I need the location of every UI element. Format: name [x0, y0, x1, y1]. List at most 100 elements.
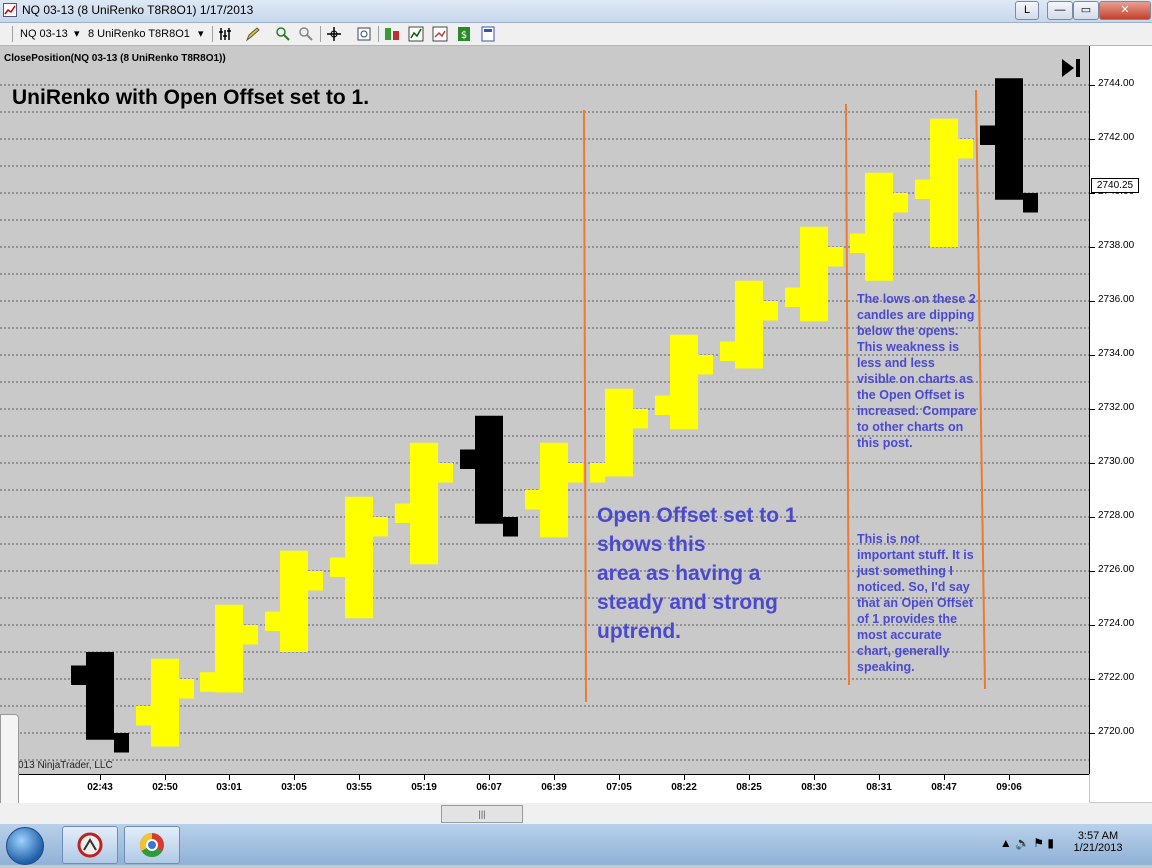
candle-wick — [735, 280, 763, 369]
time-tick-label: 05:19 — [411, 782, 437, 793]
start-button[interactable] — [6, 827, 44, 865]
price-tick-label: 2722.00 — [1098, 672, 1135, 683]
time-tick-label: 06:39 — [541, 782, 567, 793]
price-axis[interactable]: 2744.002742.002740.002738.002736.002734.… — [1089, 46, 1152, 774]
restore-button[interactable]: ▭ — [1073, 1, 1099, 20]
strategies-icon[interactable] — [408, 26, 424, 42]
price-tick-label: 2744.00 — [1098, 78, 1135, 89]
price-tick-label: 2738.00 — [1098, 240, 1135, 251]
data-box-icon[interactable] — [356, 26, 372, 42]
time-tick-mark — [229, 775, 230, 780]
accuracy-note: This is not important stuff. It is just … — [857, 532, 974, 674]
time-tick-label: 02:50 — [152, 782, 178, 793]
price-tick-mark — [1090, 193, 1095, 194]
price-tick-mark — [1090, 409, 1095, 410]
candle-open-tick — [330, 557, 345, 577]
taskbar-chrome[interactable] — [124, 826, 180, 864]
close-button[interactable]: ✕ — [1099, 1, 1151, 20]
time-tick-label: 03:55 — [346, 782, 372, 793]
candle-open-tick — [200, 672, 215, 692]
price-tick-mark — [1090, 355, 1095, 356]
annotation-divider-line — [975, 89, 986, 690]
money-icon[interactable]: $ — [456, 26, 472, 42]
pencil-drawing-icon[interactable] — [245, 26, 261, 42]
indicators-icon[interactable] — [384, 26, 400, 42]
zoom-out-icon[interactable] — [298, 26, 314, 42]
clock-time: 3:57 AM — [1077, 830, 1119, 842]
scroll-to-end-icon[interactable] — [1059, 57, 1083, 79]
candle-close-tick — [633, 409, 648, 429]
svg-text:$: $ — [461, 30, 467, 41]
time-tick-mark — [879, 775, 880, 780]
time-tick-label: 06:07 — [476, 782, 502, 793]
time-tick-label: 08:22 — [671, 782, 697, 793]
instrument-selector[interactable]: NQ 03-13 — [20, 26, 68, 42]
candle-wick — [280, 550, 308, 652]
price-tick-label: 2736.00 — [1098, 294, 1135, 305]
price-tick-label: 2732.00 — [1098, 402, 1135, 413]
zoom-in-icon[interactable] — [275, 26, 291, 42]
annotation-divider-line — [583, 109, 587, 703]
chrome-icon — [139, 833, 164, 858]
window-title-bar: NQ 03-13 (8 UniRenko T8R8O1) 1/17/2013 L… — [0, 0, 1152, 23]
candle-close-tick — [958, 139, 973, 159]
candle-close-tick — [308, 571, 323, 591]
candle-open-tick — [785, 287, 800, 307]
chart-app-icon — [3, 3, 17, 17]
price-tick-label: 2724.00 — [1098, 618, 1135, 629]
candle-close-tick — [1023, 193, 1038, 213]
price-tick-mark — [1090, 85, 1095, 86]
annotation-line: shows this — [597, 533, 706, 556]
time-tick-mark — [165, 775, 166, 780]
time-tick-label: 03:05 — [281, 782, 307, 793]
window-title: NQ 03-13 (8 UniRenko T8R8O1) 1/17/2013 — [22, 3, 254, 17]
candle-close-tick — [373, 517, 388, 537]
scrollbar-thumb[interactable]: ||| — [441, 805, 523, 823]
price-tick-mark — [1090, 625, 1095, 626]
uptrend-annotation: Open Offset set to 1 shows this area as … — [597, 501, 857, 646]
price-tick-mark — [1090, 301, 1095, 302]
period-dropdown-icon[interactable]: ▾ — [198, 26, 204, 42]
candle-close-tick — [114, 733, 129, 753]
candle-wick — [86, 652, 114, 740]
horizontal-scrollbar[interactable]: ||| — [0, 803, 1152, 823]
lows-note: The lows on these 2 candles are dipping … — [857, 292, 977, 450]
language-indicator[interactable]: L — [1015, 1, 1039, 20]
system-tray-icons[interactable]: ▲ 🔈 ⚑ ▮ — [1000, 836, 1054, 850]
candle-open-tick — [590, 463, 605, 483]
candle-open-tick — [720, 341, 735, 361]
time-tick-mark — [684, 775, 685, 780]
time-tick-mark — [554, 775, 555, 780]
candle-open-tick — [136, 706, 151, 726]
price-tick-mark — [1090, 517, 1095, 518]
crosshair-icon[interactable] — [326, 26, 342, 42]
instrument-dropdown-icon[interactable]: ▾ — [74, 26, 80, 42]
candle-wick — [540, 442, 568, 538]
time-tick-mark — [359, 775, 360, 780]
price-tick-label: 2728.00 — [1098, 510, 1135, 521]
candle-open-tick — [980, 125, 995, 145]
time-tick-mark — [294, 775, 295, 780]
price-tick-mark — [1090, 463, 1095, 464]
candle-close-tick — [763, 301, 778, 321]
price-tick-mark — [1090, 733, 1095, 734]
toolbar-separator — [212, 26, 213, 42]
time-tick-label: 08:31 — [866, 782, 892, 793]
candle-wick — [865, 172, 893, 281]
system-clock[interactable]: 3:57 AM 1/21/2013 — [1068, 830, 1128, 854]
taskbar-ninjatrader[interactable] — [62, 826, 118, 864]
time-axis[interactable]: 02:43 02:50 03:01 03:05 03:55 05:19 06:07 06:39… — [0, 774, 1089, 803]
properties-icon[interactable] — [432, 26, 448, 42]
candle-close-tick — [179, 679, 194, 699]
last-price-marker: 2740.25 — [1091, 178, 1139, 193]
minimize-button[interactable]: — — [1047, 1, 1073, 20]
windows-taskbar: ▲ 🔈 ⚑ ▮ 3:57 AM 1/21/2013 — [0, 823, 1152, 865]
bar-type-icon[interactable] — [218, 26, 234, 42]
price-tick-label: 2720.00 — [1098, 726, 1135, 737]
time-tick-mark — [489, 775, 490, 780]
candle-open-tick — [525, 490, 540, 510]
candle-open-tick — [71, 665, 86, 685]
window-layout-icon[interactable] — [480, 26, 496, 42]
candle-close-tick — [698, 355, 713, 375]
period-selector[interactable]: 8 UniRenko T8R8O1 — [88, 26, 190, 42]
